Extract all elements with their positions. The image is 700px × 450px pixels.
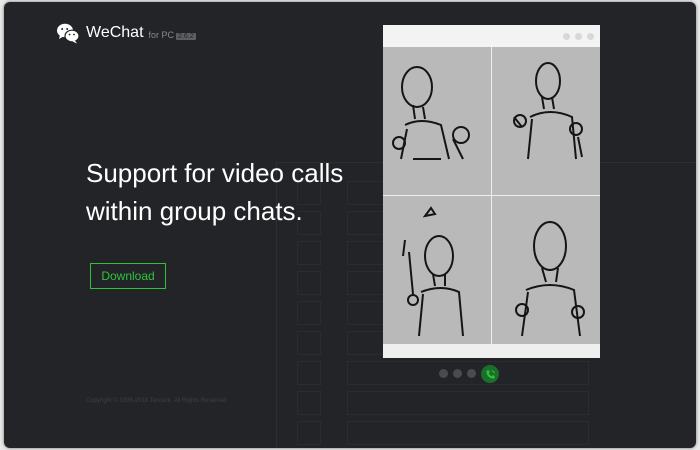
carousel-dot-1[interactable] [439, 369, 448, 378]
phone-call-icon [485, 369, 495, 379]
download-button[interactable]: Download [90, 263, 166, 289]
video-grid [383, 47, 600, 344]
copyright-text: Copyright © 1998-2018 Tencent. All Right… [86, 398, 227, 404]
headline-line-2: within group chats. [86, 196, 303, 226]
window-dot-icon [575, 33, 582, 40]
carousel-dot-2[interactable] [453, 369, 462, 378]
platform-label: for PC 2.6.2 [148, 29, 196, 40]
video-tile-1 [383, 47, 491, 195]
brand-name: WeChat [86, 24, 144, 41]
hero-headline: Support for video calls within group cha… [86, 154, 343, 230]
wechat-icon [57, 23, 80, 44]
video-tile-3 [383, 196, 491, 344]
window-dot-icon [563, 33, 570, 40]
version-badge: 2.6.2 [176, 32, 196, 40]
headline-line-1: Support for video calls [86, 158, 344, 188]
window-dot-icon [587, 33, 594, 40]
wechat-logo: WeChat for PC 2.6.2 [56, 22, 196, 44]
carousel-dot-3[interactable] [467, 369, 476, 378]
video-tile-2 [492, 47, 600, 195]
wechat-window: WeChat for PC 2.6.2 Support for video cal… [4, 2, 696, 448]
carousel-dot-active[interactable] [481, 365, 499, 383]
video-call-preview [383, 25, 600, 358]
preview-titlebar [383, 25, 600, 47]
video-tile-4 [492, 196, 600, 344]
